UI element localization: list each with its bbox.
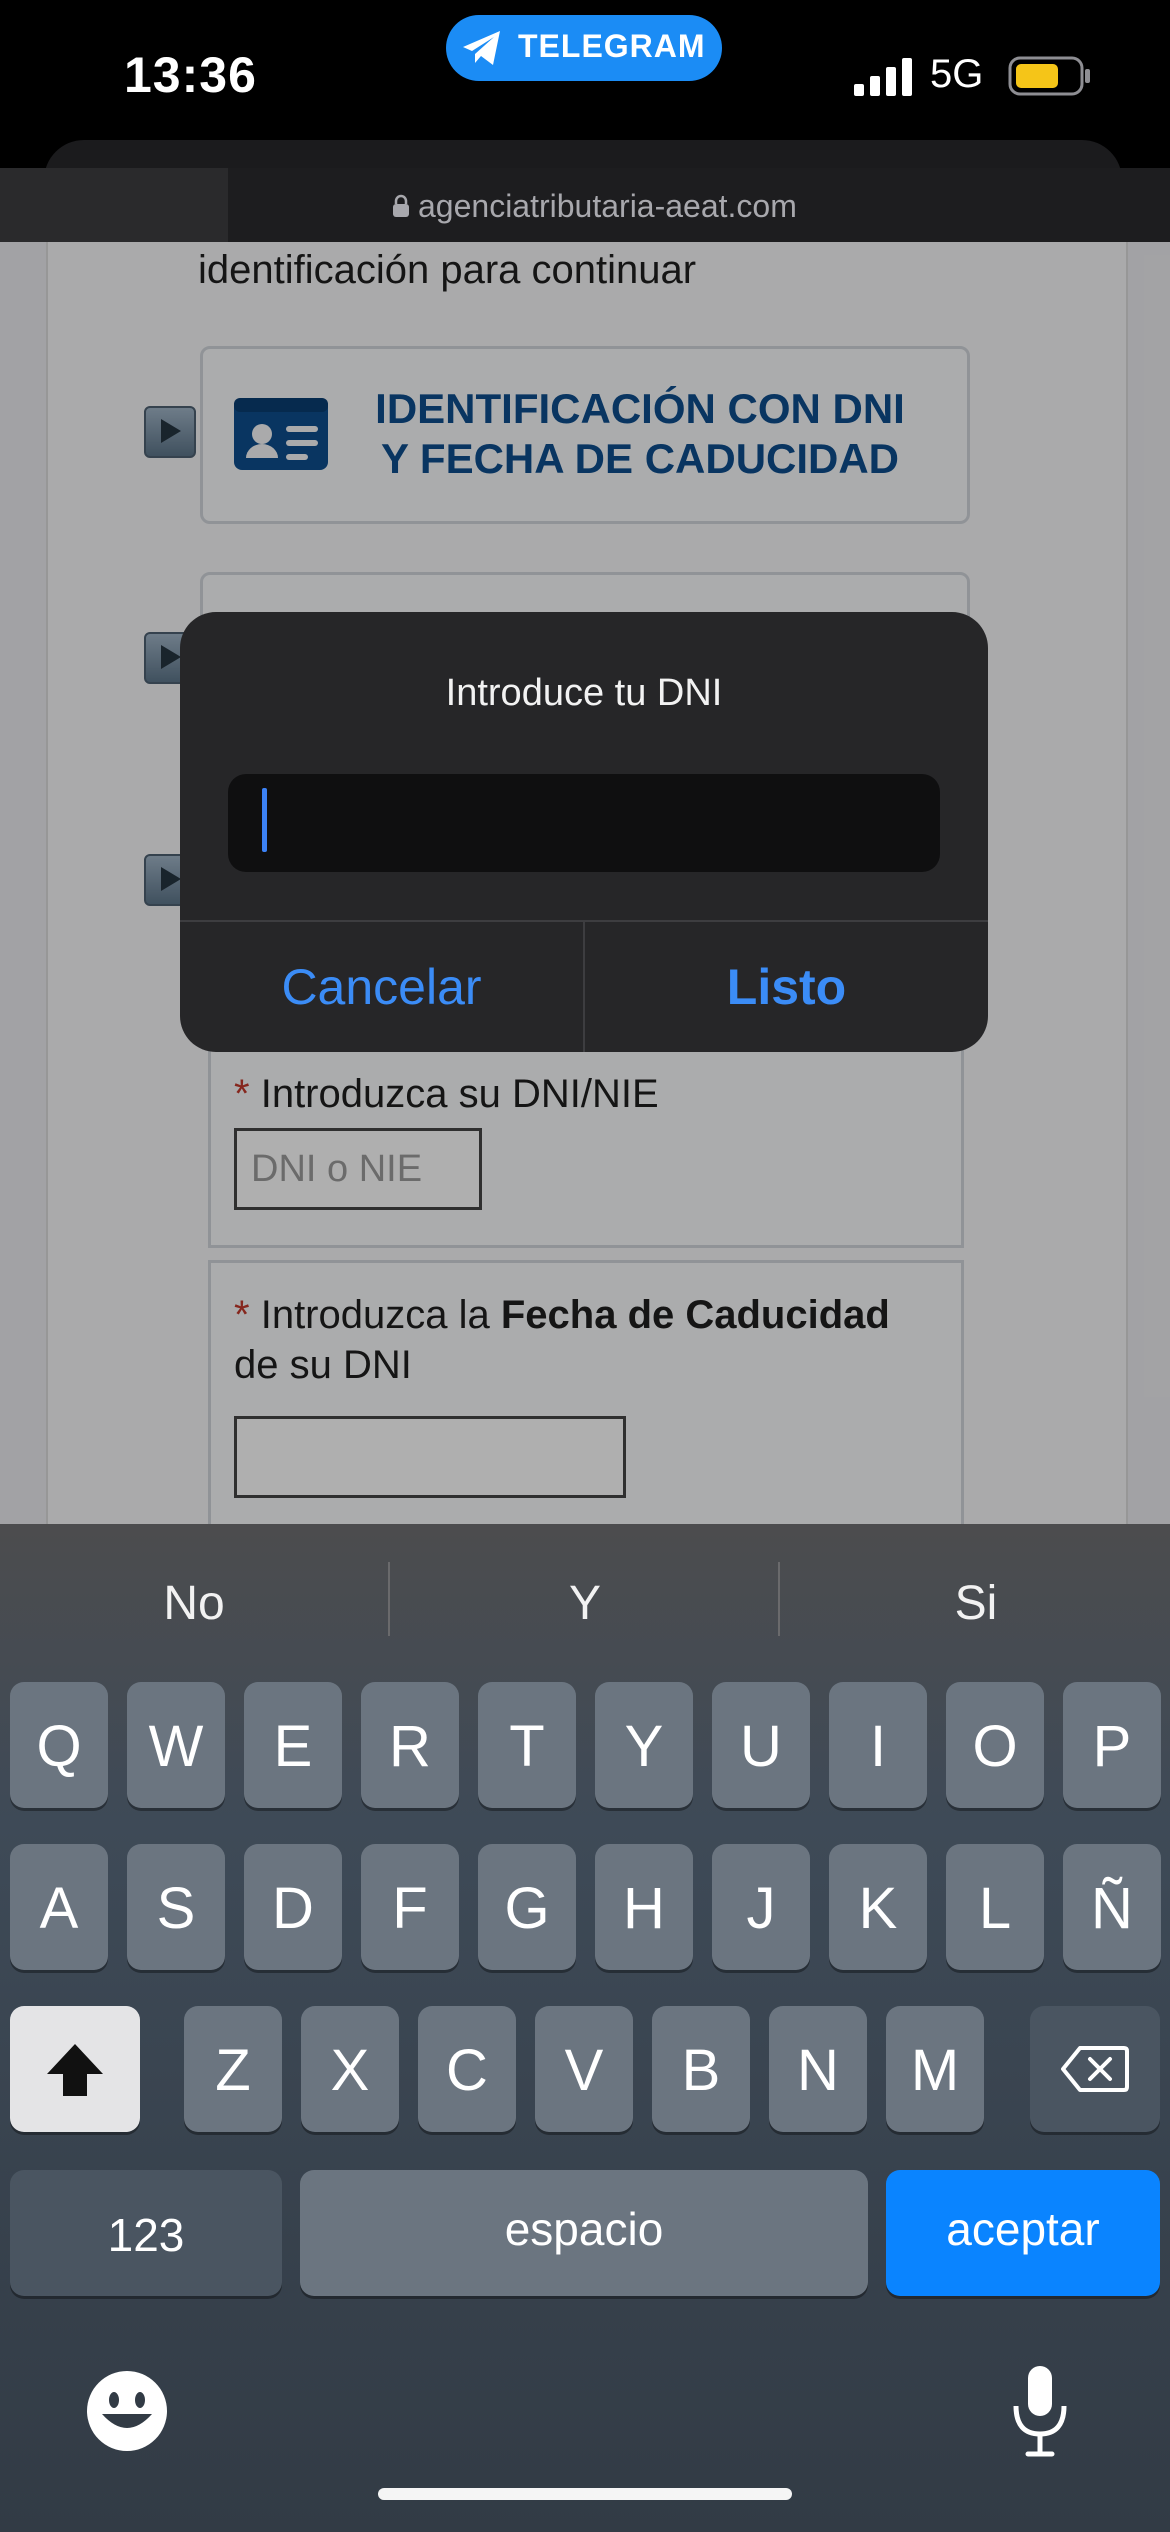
key-m[interactable]: M (886, 2006, 984, 2132)
shift-key[interactable] (10, 2006, 140, 2132)
browser-tab[interactable] (0, 168, 228, 242)
text-cursor (262, 788, 267, 852)
emoji-icon[interactable] (84, 2368, 170, 2454)
key-p[interactable]: P (1063, 1682, 1161, 1808)
key-g[interactable]: G (478, 1844, 576, 1970)
microphone-icon[interactable] (1010, 2364, 1070, 2458)
key-r[interactable]: R (361, 1682, 459, 1808)
suggestion-2[interactable]: Y (435, 1576, 735, 1631)
network-type: 5G (930, 52, 984, 96)
cancel-button[interactable]: Cancelar (180, 922, 583, 1052)
numbers-key[interactable]: 123 (10, 2170, 282, 2296)
key-b[interactable]: B (652, 2006, 750, 2132)
shift-icon (47, 2044, 103, 2096)
key-enye[interactable]: Ñ (1063, 1844, 1161, 1970)
dni-prompt-dialog: Introduce tu DNI Cancelar Listo (180, 612, 988, 1052)
key-q[interactable]: Q (10, 1682, 108, 1808)
key-e[interactable]: E (244, 1682, 342, 1808)
battery-icon (1008, 56, 1090, 96)
backspace-icon (1061, 2046, 1129, 2092)
key-v[interactable]: V (535, 2006, 633, 2132)
key-h[interactable]: H (595, 1844, 693, 1970)
key-f[interactable]: F (361, 1844, 459, 1970)
accept-key[interactable]: aceptar (886, 2170, 1160, 2296)
telegram-pill-label: TELEGRAM (518, 28, 706, 64)
done-button[interactable]: Listo (585, 922, 988, 1052)
delete-key[interactable] (1030, 2006, 1160, 2132)
key-u[interactable]: U (712, 1682, 810, 1808)
key-w[interactable]: W (127, 1682, 225, 1808)
key-i[interactable]: I (829, 1682, 927, 1808)
suggestion-divider (778, 1562, 780, 1636)
key-t[interactable]: T (478, 1682, 576, 1808)
key-d[interactable]: D (244, 1844, 342, 1970)
key-n[interactable]: N (769, 2006, 867, 2132)
status-time: 13:36 (124, 47, 257, 103)
dialog-text-input[interactable] (228, 774, 940, 872)
key-k[interactable]: K (829, 1844, 927, 1970)
cellular-signal-icon (854, 58, 912, 96)
telegram-icon (463, 31, 500, 65)
lock-icon (393, 194, 409, 217)
key-s[interactable]: S (127, 1844, 225, 1970)
key-c[interactable]: C (418, 2006, 516, 2132)
key-j[interactable]: J (712, 1844, 810, 1970)
key-y[interactable]: Y (595, 1682, 693, 1808)
home-indicator[interactable] (378, 2488, 792, 2500)
url-text: agenciatributaria-aeat.com (418, 188, 797, 224)
dialog-title: Introduce tu DNI (445, 672, 723, 714)
suggestion-divider (388, 1562, 390, 1636)
key-l[interactable]: L (946, 1844, 1044, 1970)
key-z[interactable]: Z (184, 2006, 282, 2132)
space-key[interactable]: espacio (300, 2170, 868, 2296)
suggestion-3[interactable]: Si (826, 1576, 1126, 1631)
keyboard: No Y Si Q W E R T Y U I O P A S D F G H … (0, 1524, 1170, 2532)
suggestion-1[interactable]: No (44, 1576, 344, 1631)
key-a[interactable]: A (10, 1844, 108, 1970)
key-x[interactable]: X (301, 2006, 399, 2132)
key-o[interactable]: O (946, 1682, 1044, 1808)
